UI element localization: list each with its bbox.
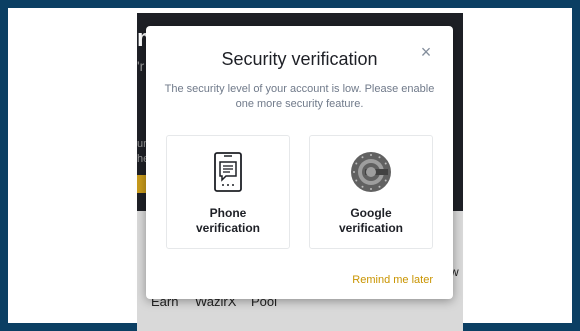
remind-me-later-link[interactable]: Remind me later bbox=[352, 274, 433, 286]
phone-icon bbox=[214, 152, 242, 192]
close-button[interactable]: × bbox=[417, 43, 435, 61]
phone-verification-label: Phone verification bbox=[167, 206, 289, 236]
close-icon: × bbox=[420, 42, 432, 62]
phone-verification-option[interactable]: Phone verification bbox=[166, 135, 290, 249]
background-text-fragment: 'r bbox=[137, 58, 145, 74]
google-authenticator-icon bbox=[351, 152, 391, 192]
option-label-line: verification bbox=[195, 221, 261, 235]
google-verification-option[interactable]: Google verification bbox=[309, 135, 433, 249]
option-label-line: Phone bbox=[209, 206, 247, 220]
option-label-line: Google bbox=[350, 206, 392, 220]
google-verification-label: Google verification bbox=[310, 206, 432, 236]
modal-title: Security verification bbox=[221, 49, 378, 69]
option-label-line: verification bbox=[338, 221, 404, 235]
security-verification-modal: Security verification × The security lev… bbox=[146, 26, 453, 299]
modal-description: The security level of your account is lo… bbox=[164, 83, 435, 110]
